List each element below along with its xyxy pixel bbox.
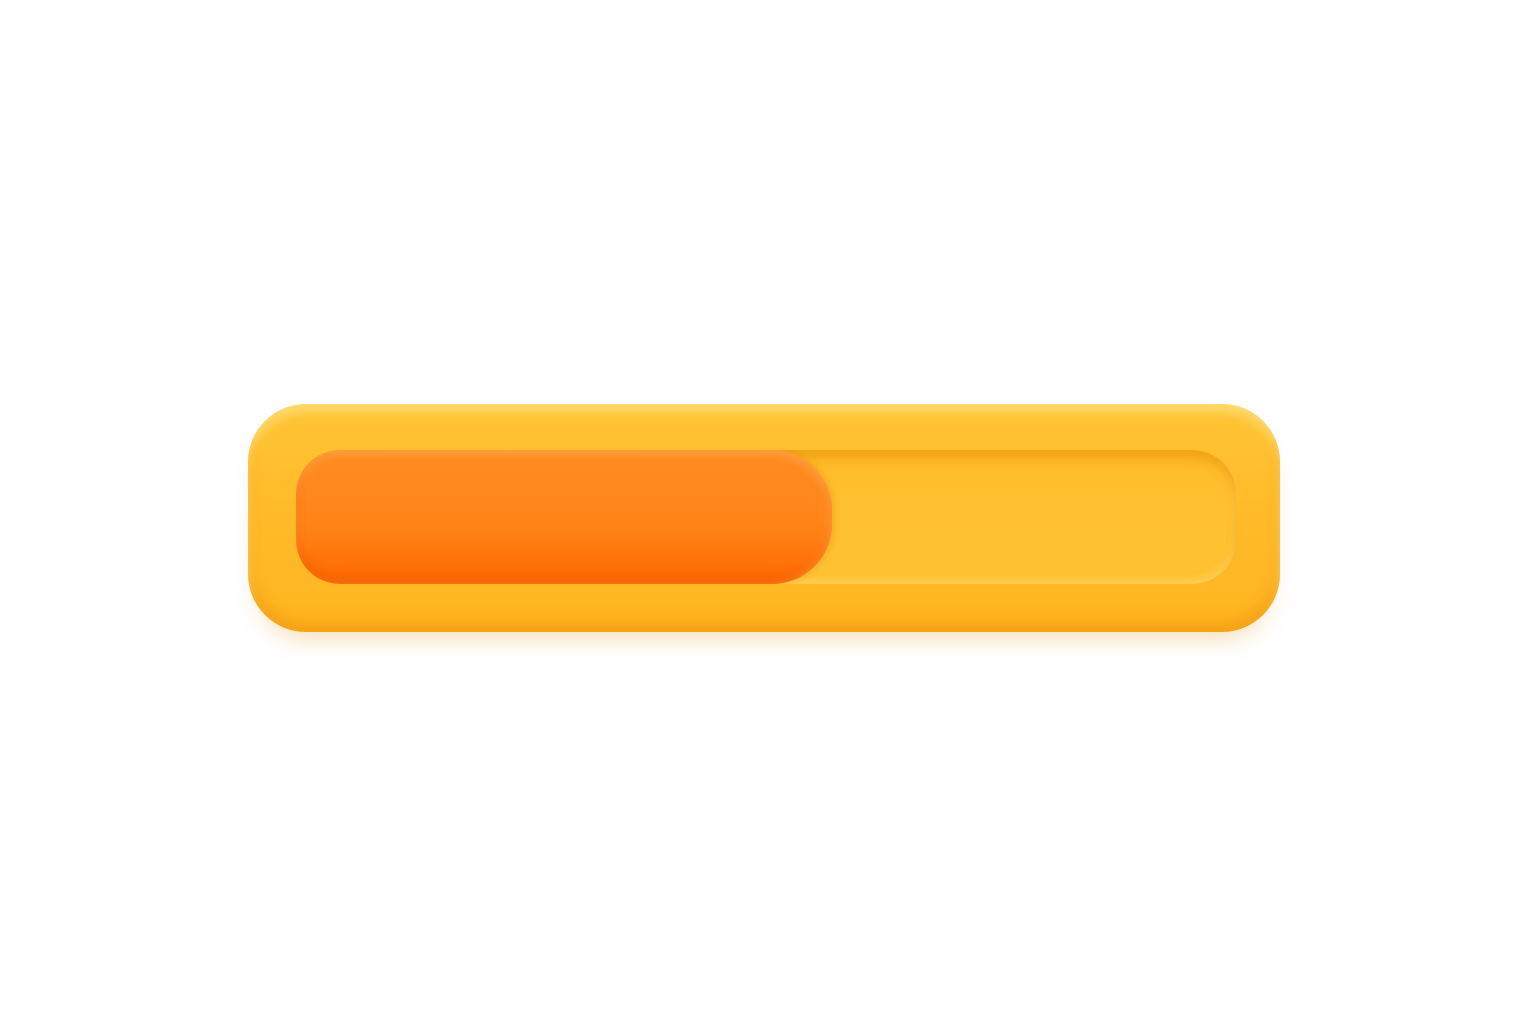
progress-fill	[296, 450, 832, 584]
progress-bar	[248, 404, 1280, 632]
stage	[0, 0, 1536, 1024]
progress-track	[296, 450, 1236, 584]
